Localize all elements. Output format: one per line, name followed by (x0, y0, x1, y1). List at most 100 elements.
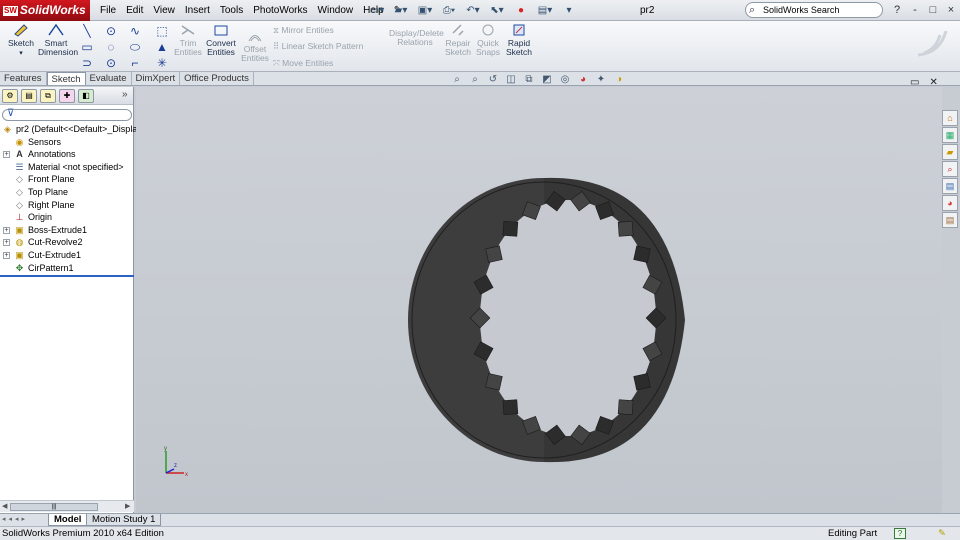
tree-item-boss-extrude1[interactable]: + ▣ Boss-Extrude1 (0, 224, 134, 237)
line-icon[interactable]: ╲ (80, 24, 94, 38)
expand-chevron-icon[interactable]: » (122, 89, 128, 100)
feature-tree-filter[interactable]: ⊽ (2, 108, 132, 121)
point-icon[interactable]: ✳ (155, 56, 169, 70)
tree-item-cut-extrude1[interactable]: + ▣ Cut-Extrude1 (0, 249, 134, 262)
menu-window[interactable]: Window (313, 0, 359, 21)
move-entities-button[interactable]: ⤧ Move Entities (273, 58, 333, 69)
zoom-to-area-icon[interactable]: ⌕ (468, 74, 482, 86)
tree-item-front-plane[interactable]: ◇ Front Plane (0, 173, 134, 186)
menu-view[interactable]: View (148, 0, 180, 21)
display-style-icon[interactable]: ◩ (540, 74, 554, 86)
linear-sketch-pattern-button[interactable]: ⠿ Linear Sketch Pattern (273, 41, 363, 52)
view-palette-icon[interactable]: ▤ (942, 178, 958, 194)
arc-icon[interactable]: ◌ (104, 40, 118, 54)
viewport-restore-button[interactable]: ▭ (910, 77, 919, 88)
appearances-scenes-icon[interactable]: ◕ (942, 195, 958, 211)
search-results-icon[interactable]: ⌕ (942, 161, 958, 177)
close-button[interactable]: × (942, 0, 960, 21)
sketch-button[interactable]: Sketch ▾ (6, 23, 36, 58)
menu-edit[interactable]: Edit (121, 0, 148, 21)
scroll-right-icon[interactable]: ▶ (125, 502, 130, 510)
rapid-sketch-button[interactable]: Rapid Sketch (505, 23, 533, 57)
tab-evaluate[interactable]: Evaluate (86, 72, 132, 85)
tab-dimxpert[interactable]: DimXpert (132, 72, 181, 85)
tab-office-products[interactable]: Office Products (180, 72, 254, 85)
feature-manager-tab-icon[interactable]: ⚙ (2, 89, 18, 103)
slot-icon[interactable]: ⊃ (80, 56, 94, 70)
tree-item-origin[interactable]: ⊥ Origin (0, 211, 134, 224)
apply-scene-icon[interactable]: ✦ (594, 74, 608, 86)
select-pointer-icon[interactable]: ⬉▾ (486, 2, 508, 18)
mirror-entities-button[interactable]: ⧖ Mirror Entities (273, 25, 334, 36)
menu-file[interactable]: File (95, 0, 121, 21)
quick-snaps-button[interactable]: Quick Snaps (474, 23, 502, 57)
display-manager-tab-icon[interactable]: ◧ (78, 89, 94, 103)
tab-features[interactable]: Features (0, 72, 47, 85)
circle-icon[interactable]: ⊙ (104, 24, 118, 38)
polygon-icon[interactable]: ⊙ (104, 56, 118, 70)
panel-horizontal-scrollbar[interactable]: ◀ ||| ▶ (0, 500, 134, 512)
rebuild-traffic-light-icon[interactable]: ● (510, 2, 532, 18)
viewport-close-button[interactable]: ✕ (929, 77, 937, 88)
status-help-icon[interactable]: ? (894, 528, 906, 539)
menu-photoworks[interactable]: PhotoWorks (248, 0, 312, 21)
edit-appearance-icon[interactable]: ◕ (576, 74, 590, 86)
search-field[interactable]: ⌕ SolidWorks Search (745, 2, 883, 18)
smart-dimension-button[interactable]: Smart Dimension (38, 23, 78, 57)
repair-sketch-button[interactable]: Repair Sketch (444, 23, 472, 57)
construction-geometry-icon[interactable]: ⬚ (155, 24, 169, 38)
design-library-icon[interactable]: ▦ (942, 127, 958, 143)
maximize-button[interactable]: □ (924, 0, 942, 21)
trim-entities-button[interactable]: Trim Entities (173, 23, 203, 57)
ring-gear-part[interactable] (400, 170, 700, 470)
menu-tools[interactable]: Tools (215, 0, 248, 21)
hide-show-items-icon[interactable]: ◎ (558, 74, 572, 86)
tree-item-material[interactable]: ☰ Material <not specified> (0, 161, 134, 174)
spline-icon[interactable]: ∿ (128, 24, 142, 38)
tree-item-top-plane[interactable]: ◇ Top Plane (0, 186, 134, 199)
file-properties-icon[interactable]: ▤▾ (534, 2, 556, 18)
expand-icon[interactable]: + (3, 226, 10, 234)
configuration-manager-tab-icon[interactable]: ⧉ (40, 89, 56, 103)
dimxpert-manager-tab-icon[interactable]: ✚ (59, 89, 75, 103)
minimize-button[interactable]: - (906, 0, 924, 21)
tree-item-cut-revolve2[interactable]: + ◍ Cut-Revolve2 (0, 236, 134, 249)
rectangle-icon[interactable]: ▭ (80, 40, 94, 54)
display-delete-relations-button[interactable]: Display/Delete Relations (389, 29, 444, 47)
section-view-icon[interactable]: ◫ (504, 74, 518, 86)
view-settings-icon[interactable]: ◑ (612, 74, 626, 86)
tree-root-part[interactable]: ◈ pr2 (Default<<Default>_Display (0, 123, 142, 136)
ellipse-icon[interactable]: ⬭ (128, 40, 142, 54)
expand-icon[interactable]: + (3, 151, 10, 159)
tree-item-annotations[interactable]: + A Annotations (0, 148, 134, 161)
scroll-left-icon[interactable]: ◀ (2, 502, 7, 510)
rollback-bar[interactable] (0, 275, 134, 277)
quick-tips-icon[interactable]: ✎ (938, 527, 946, 540)
tab-motion-study-1[interactable]: Motion Study 1 (86, 514, 162, 526)
tab-model[interactable]: Model (48, 514, 88, 526)
new-document-icon[interactable]: ▭▾ (366, 2, 388, 18)
save-icon[interactable]: ▣▾ (414, 2, 436, 18)
tab-sketch[interactable]: Sketch (46, 72, 86, 85)
expand-icon[interactable]: + (3, 239, 10, 247)
fillet-icon[interactable]: ⌐ (128, 56, 142, 70)
tree-item-cirpattern1[interactable]: ✥ CirPattern1 (0, 262, 134, 275)
previous-view-icon[interactable]: ↺ (486, 74, 500, 86)
property-manager-tab-icon[interactable]: ▤ (21, 89, 37, 103)
file-explorer-icon[interactable]: ▰ (942, 144, 958, 160)
convert-entities-button[interactable]: Convert Entities (205, 23, 237, 57)
help-button[interactable]: ? (888, 0, 906, 21)
scroll-thumb[interactable]: ||| (10, 503, 98, 511)
expand-icon[interactable]: + (3, 251, 10, 259)
tree-item-sensors[interactable]: ◉ Sensors (0, 136, 134, 149)
options-icon[interactable]: ▾ (558, 2, 580, 18)
tab-scroll-arrows-icon[interactable]: ◂◂◂▸ (2, 515, 28, 523)
offset-entities-button[interactable]: Offset Entities (240, 29, 270, 63)
tree-item-right-plane[interactable]: ◇ Right Plane (0, 199, 134, 212)
solidworks-resources-icon[interactable]: ⌂ (942, 110, 958, 126)
plane-sketch-icon[interactable]: ▲ (155, 40, 169, 54)
solidworks-logo[interactable]: SW SolidWorks (0, 0, 90, 21)
zoom-to-fit-icon[interactable]: ⌕ (450, 74, 464, 86)
view-orientation-icon[interactable]: ⧉ (522, 74, 536, 86)
print-icon[interactable]: ⎙▾ (438, 2, 460, 18)
